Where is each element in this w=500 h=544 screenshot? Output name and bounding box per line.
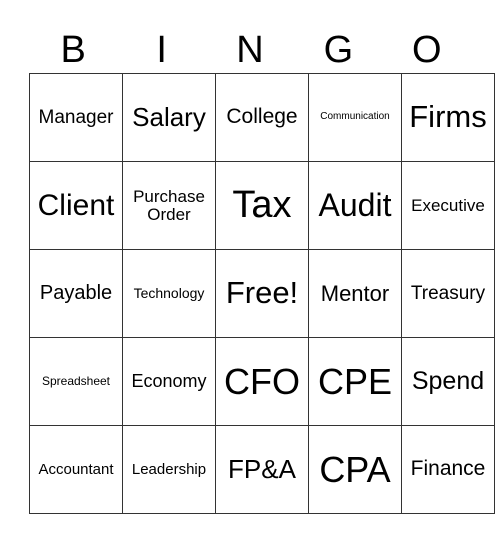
- bingo-cell[interactable]: College: [215, 73, 309, 162]
- header-letter-o: O: [412, 29, 442, 71]
- free-space-cell[interactable]: Free!: [215, 249, 309, 338]
- bingo-cell[interactable]: Manager: [29, 73, 123, 162]
- bingo-row: Accountant Leadership FP&A CPA Finance: [29, 425, 495, 514]
- bingo-row: Spreadsheet Economy CFO CPE Spend: [29, 337, 495, 426]
- bingo-cell[interactable]: Salary: [122, 73, 216, 162]
- bingo-row: Manager Salary College Communication Firms: [29, 73, 495, 162]
- bingo-header: B I N G O: [29, 28, 471, 72]
- bingo-cell[interactable]: CPA: [308, 425, 402, 514]
- bingo-cell[interactable]: Economy: [122, 337, 216, 426]
- bingo-cell[interactable]: Purchase Order: [122, 161, 216, 250]
- bingo-cell[interactable]: Mentor: [308, 249, 402, 338]
- header-letter-g: G: [323, 29, 354, 71]
- bingo-card-grid: Manager Salary College Communication Firms Cl…: [29, 73, 495, 514]
- bingo-cell[interactable]: Payable: [29, 249, 123, 338]
- bingo-cell[interactable]: Finance: [401, 425, 495, 514]
- bingo-cell[interactable]: CFO: [215, 337, 309, 426]
- bingo-cell[interactable]: Executive: [401, 161, 495, 250]
- bingo-cell[interactable]: FP&A: [215, 425, 309, 514]
- bingo-row: Client Purchase Order Tax Audit Executive: [29, 161, 495, 250]
- bingo-cell[interactable]: Treasury: [401, 249, 495, 338]
- bingo-cell[interactable]: Spreadsheet: [29, 337, 123, 426]
- header-letter-i: I: [156, 29, 167, 71]
- bingo-cell[interactable]: Communication: [308, 73, 402, 162]
- bingo-row: Payable Technology Free! Mentor Treasury: [29, 249, 495, 338]
- bingo-cell[interactable]: Leadership: [122, 425, 216, 514]
- bingo-cell[interactable]: Accountant: [29, 425, 123, 514]
- bingo-cell[interactable]: Tax: [215, 161, 309, 250]
- bingo-cell[interactable]: CPE: [308, 337, 402, 426]
- header-letter-b: B: [60, 29, 86, 71]
- bingo-cell[interactable]: Firms: [401, 73, 495, 162]
- bingo-cell[interactable]: Client: [29, 161, 123, 250]
- bingo-cell[interactable]: Audit: [308, 161, 402, 250]
- bingo-cell[interactable]: Technology: [122, 249, 216, 338]
- header-letter-n: N: [236, 29, 264, 71]
- bingo-cell[interactable]: Spend: [401, 337, 495, 426]
